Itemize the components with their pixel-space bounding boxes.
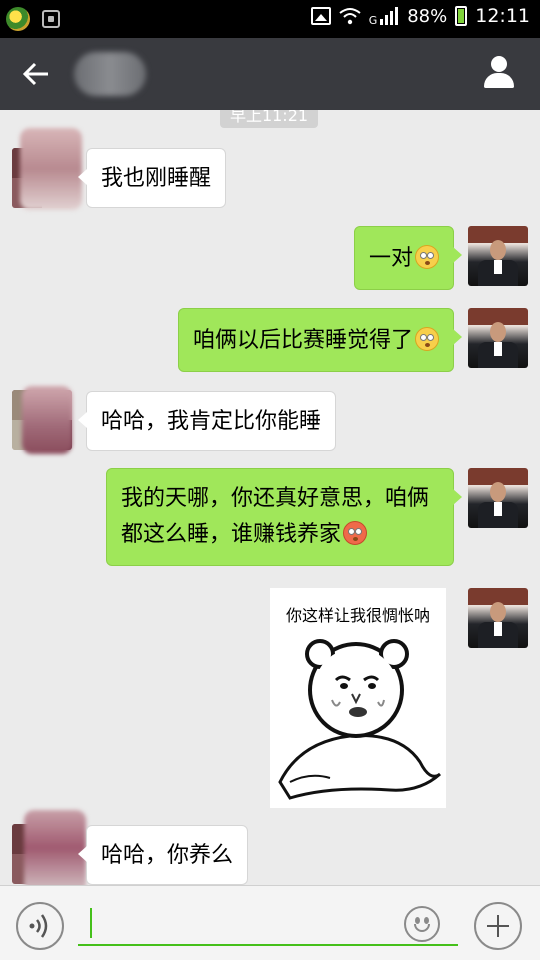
image-notification-icon	[310, 7, 331, 25]
message-bubble-incoming[interactable]: 哈哈，我肯定比你能睡	[77, 391, 337, 451]
message-bubble-outgoing[interactable]: 我的天哪，你还真好意思，咱俩都这么睡，谁赚钱养家	[106, 468, 462, 566]
sticker-caption: 你这样让我很惆怅呐	[285, 606, 430, 625]
message-bubble-outgoing[interactable]: 一对	[353, 226, 463, 290]
plus-icon[interactable]	[474, 902, 522, 950]
avatar-blur-overlay	[24, 810, 86, 885]
flushed-face-emoji	[415, 245, 439, 269]
message-text: 我的天哪，你还真好意思，咱俩都这么睡，谁赚钱养家	[121, 486, 430, 547]
my-avatar[interactable]	[468, 468, 528, 528]
message-bubble-outgoing[interactable]: 咱俩以后比赛睡觉得了	[177, 308, 463, 372]
red-flushed-face-emoji	[343, 521, 368, 545]
signal-icon	[380, 7, 399, 25]
text-caret	[90, 908, 92, 938]
person-icon[interactable]	[482, 56, 516, 90]
chat-header	[0, 38, 540, 110]
flushed-face-emoji	[415, 327, 439, 351]
clock: 12:11	[475, 5, 530, 27]
message-list[interactable]: 早上11:21 我也刚睡醒 一对 咱俩以后比赛睡觉得了 哈哈，我肯定比你能睡 我…	[0, 110, 540, 885]
battery-percent: 88%	[407, 5, 448, 27]
message-text: 一对	[368, 246, 413, 271]
timestamp: 早上11:21	[220, 110, 318, 128]
app-notification-icon	[6, 7, 30, 31]
battery-icon	[455, 6, 468, 26]
panda-meme-drawing	[278, 639, 442, 800]
status-bar: G 88% 12:11	[0, 0, 540, 38]
avatar-blur-overlay	[22, 386, 72, 454]
input-bar	[0, 885, 540, 960]
screenshot-icon	[42, 10, 60, 28]
voice-icon[interactable]	[16, 902, 64, 950]
avatar-blur-overlay	[20, 128, 82, 210]
arrow-left-icon[interactable]	[22, 60, 50, 88]
wifi-icon	[339, 8, 361, 25]
message-bubble-incoming[interactable]: 哈哈，你养么	[77, 825, 249, 885]
message-input[interactable]	[78, 902, 458, 946]
my-avatar[interactable]	[468, 588, 528, 648]
sticker-image[interactable]: 你这样让我很惆怅呐	[270, 588, 446, 808]
contact-name-blurred	[74, 52, 146, 96]
message-bubble-incoming[interactable]: 我也刚睡醒	[77, 148, 227, 208]
my-avatar[interactable]	[468, 308, 528, 368]
message-text: 咱俩以后比赛睡觉得了	[192, 328, 413, 353]
my-avatar[interactable]	[468, 226, 528, 286]
smiley-icon[interactable]	[404, 906, 440, 942]
network-type-label: G	[368, 14, 378, 27]
